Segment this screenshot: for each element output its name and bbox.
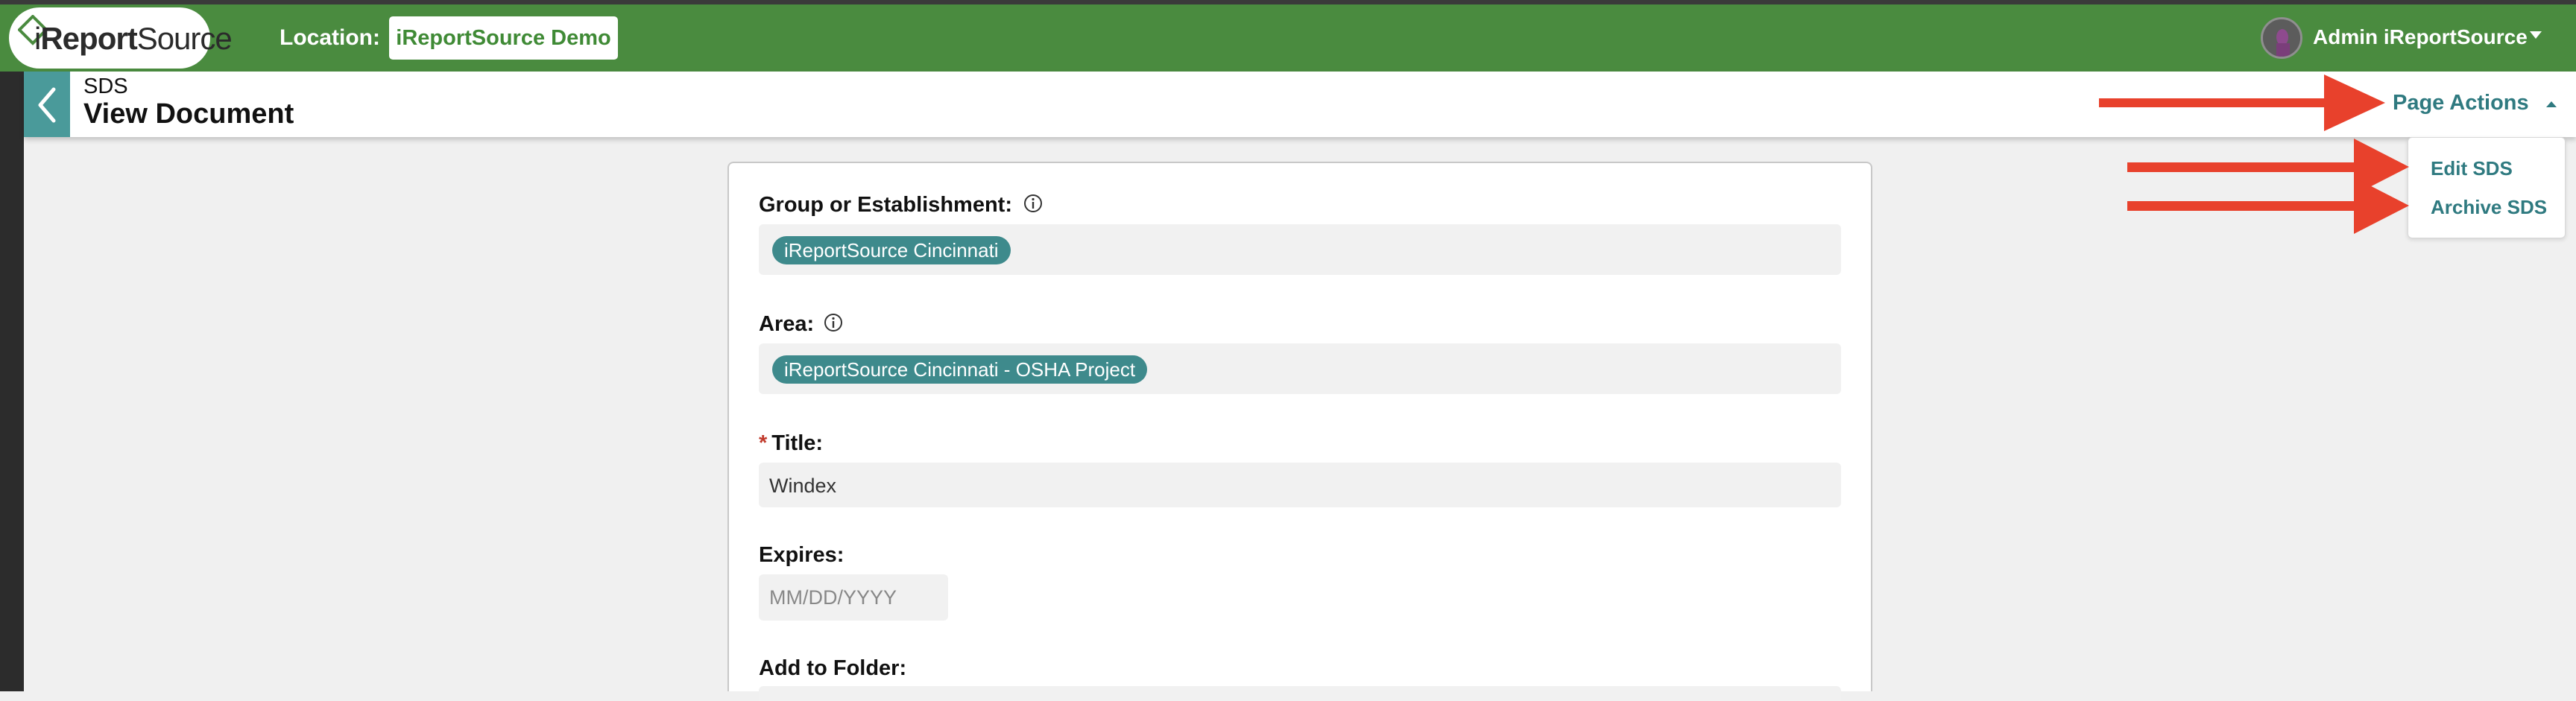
annotation-arrows (2099, 74, 2409, 234)
red-arrow-annotation (2099, 74, 2385, 131)
red-arrow-annotation (2127, 177, 2409, 234)
